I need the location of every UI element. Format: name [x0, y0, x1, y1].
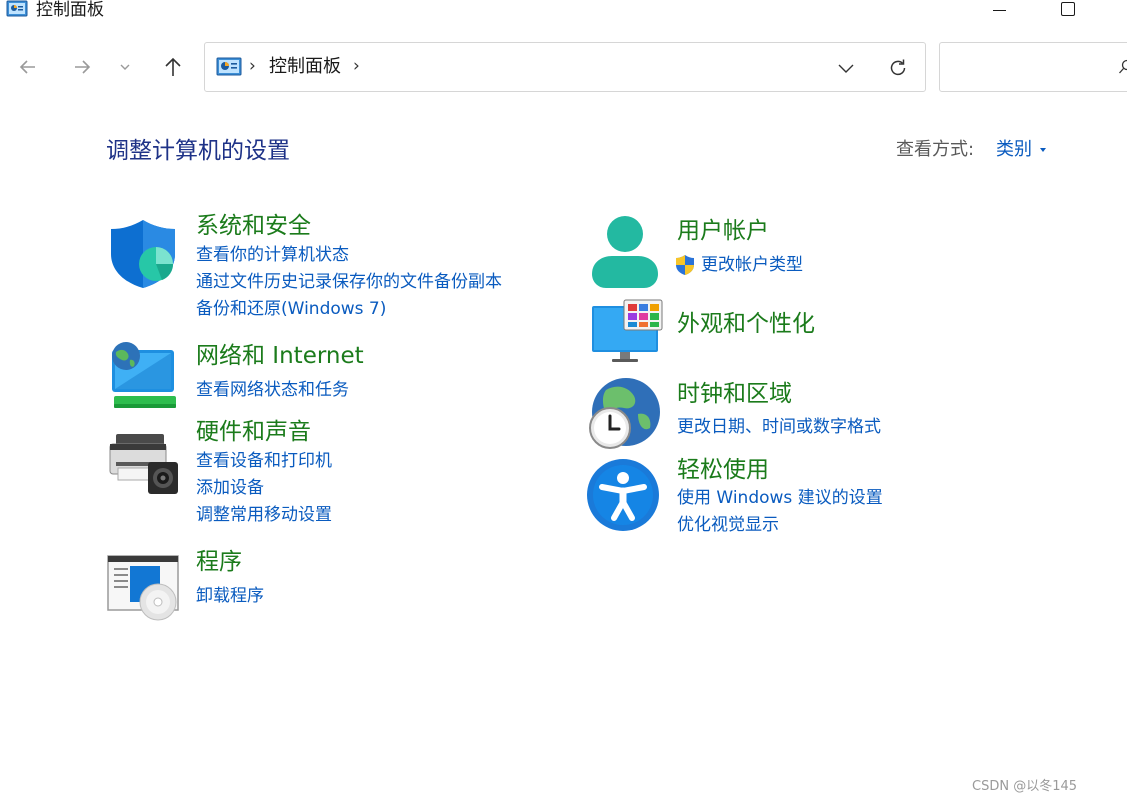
category-network-internet[interactable]: 网络和 Internet [196, 342, 364, 370]
printer-speaker-icon[interactable] [106, 424, 180, 498]
category-user-accounts[interactable]: 用户帐户 [677, 217, 769, 245]
programs-disc-icon[interactable] [106, 550, 180, 624]
breadcrumb-separator[interactable]: › [249, 56, 256, 76]
accessibility-icon[interactable] [586, 458, 660, 532]
up-button[interactable] [156, 50, 190, 84]
network-globe-icon[interactable] [106, 340, 180, 414]
link-view-computer-status[interactable]: 查看你的计算机状态 [196, 244, 349, 266]
caret-down-icon[interactable] [1040, 148, 1046, 152]
page-title: 调整计算机的设置 [106, 138, 290, 164]
address-bar[interactable]: › 控制面板 › [204, 42, 926, 92]
category-hardware-sound[interactable]: 硬件和声音 [196, 418, 311, 446]
link-backup-restore[interactable]: 备份和还原(Windows 7) [196, 298, 386, 320]
minimize-button[interactable] [976, 0, 1022, 22]
category-clock-region[interactable]: 时钟和区域 [677, 380, 792, 408]
forward-arrow-icon [75, 60, 91, 74]
view-by-label: 查看方式: [896, 139, 975, 160]
refresh-icon [890, 59, 906, 76]
up-arrow-icon [165, 57, 181, 76]
link-windows-recommended-settings[interactable]: 使用 Windows 建议的设置 [677, 487, 883, 509]
recent-locations-button[interactable] [110, 50, 140, 84]
category-system-security[interactable]: 系统和安全 [196, 212, 311, 240]
category-programs[interactable]: 程序 [196, 548, 242, 576]
link-add-device[interactable]: 添加设备 [196, 477, 264, 499]
link-devices-printers[interactable]: 查看设备和打印机 [196, 450, 332, 472]
link-mobility-settings[interactable]: 调整常用移动设置 [196, 504, 332, 526]
user-icon[interactable] [588, 214, 662, 288]
control-panel-window: 控制面板 › 控制面板 › 调整计算机的设置 查看方式: 类别 系统和安全 查看… [0, 0, 1127, 801]
category-appearance-personalization[interactable]: 外观和个性化 [677, 310, 815, 338]
window-title: 控制面板 [36, 0, 104, 20]
title-bar: 控制面板 [0, 0, 1127, 22]
refresh-button[interactable] [885, 55, 911, 81]
clock-globe-icon[interactable] [586, 376, 660, 450]
address-history-button[interactable] [833, 55, 859, 81]
back-button[interactable] [11, 50, 45, 84]
link-file-history-backup[interactable]: 通过文件历史记录保存你的文件备份副本 [196, 271, 502, 293]
watermark-text: CSDN @以冬145 [972, 779, 1078, 794]
breadcrumb-control-panel[interactable]: 控制面板 [269, 56, 341, 78]
link-change-account-type[interactable]: 更改帐户类型 [701, 254, 803, 276]
link-optimize-visual-display[interactable]: 优化视觉显示 [677, 514, 779, 536]
back-arrow-icon [19, 60, 35, 74]
control-panel-icon [216, 57, 242, 76]
monitor-personalize-icon[interactable] [590, 296, 664, 370]
maximize-button[interactable] [1046, 0, 1092, 22]
uac-shield-icon [676, 255, 694, 275]
link-change-date-time-format[interactable]: 更改日期、时间或数字格式 [677, 416, 881, 438]
link-network-status[interactable]: 查看网络状态和任务 [196, 379, 349, 401]
breadcrumb-separator[interactable]: › [353, 56, 360, 76]
view-by-dropdown[interactable]: 类别 [996, 138, 1032, 162]
shield-icon[interactable] [106, 216, 180, 290]
chevron-down-icon [120, 64, 130, 70]
category-ease-of-access[interactable]: 轻松使用 [677, 456, 769, 484]
forward-button[interactable] [65, 50, 99, 84]
control-panel-icon [6, 0, 28, 17]
link-uninstall-program[interactable]: 卸载程序 [196, 585, 264, 607]
chevron-down-icon [838, 64, 854, 73]
search-input[interactable] [939, 42, 1127, 92]
search-icon [1119, 59, 1127, 74]
